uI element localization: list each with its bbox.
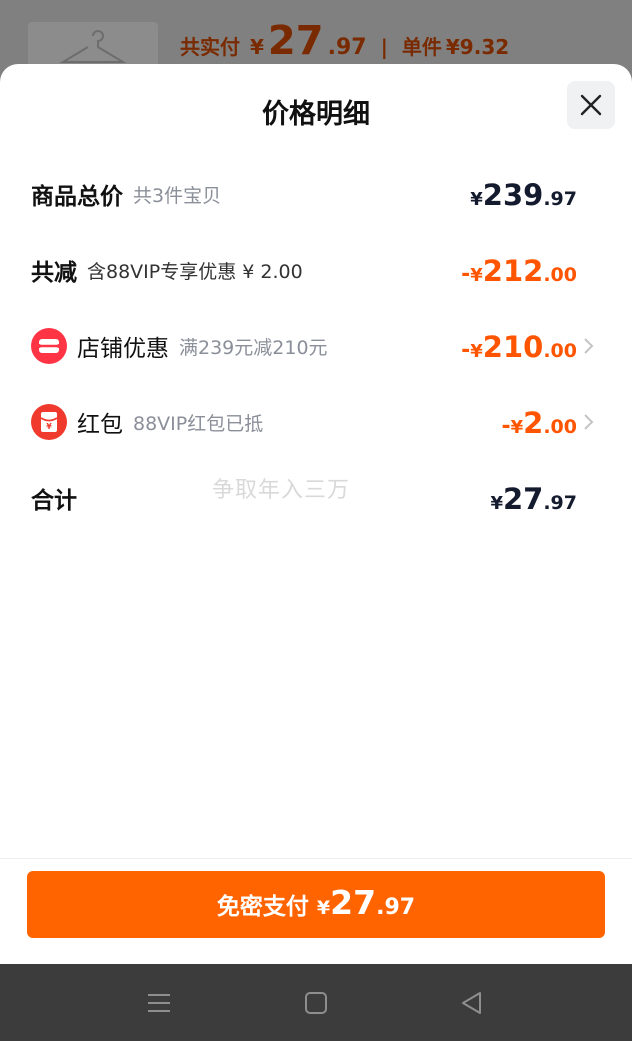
shop-discount-currency: ¥ (470, 341, 483, 362)
goods-total-dec: .97 (543, 188, 577, 210)
shop-discount-sign: - (461, 338, 471, 363)
pay-button-label: 免密支付 (216, 894, 309, 920)
row-total-discount: 共减 含88VIP专享优惠 ¥ 2.00 - ¥ 212 .00 (0, 240, 632, 300)
paid-currency: ¥ (250, 35, 264, 59)
discount-title: 共减 (31, 260, 77, 286)
svg-text:¥: ¥ (46, 422, 52, 431)
close-icon (580, 94, 602, 116)
goods-total-int: 239 (482, 178, 544, 212)
sum-currency: ¥ (490, 493, 503, 514)
sum-int: 27 (502, 482, 544, 516)
red-packet-amount: - ¥ 2 .00 (501, 392, 577, 452)
red-packet-sign: - (501, 414, 511, 439)
red-packet-title: 红包 (77, 412, 123, 438)
shop-discount-dec: .00 (543, 340, 577, 362)
password-free-pay-button[interactable]: 免密支付 ¥ 27 .97 (27, 871, 605, 938)
pay-button-dec: .97 (376, 895, 416, 920)
sum-title: 合计 (31, 488, 77, 514)
background-price-summary: 共实付 ¥ 27 .97 | 单件 ¥9.32 (180, 18, 510, 64)
divider (0, 858, 632, 859)
close-button[interactable] (567, 81, 615, 129)
red-packet-icon: ¥ (31, 404, 67, 440)
goods-total-currency: ¥ (470, 189, 483, 210)
paid-label: 共实付 (180, 35, 240, 59)
price-detail-sheet: 价格明细 商品总价 共3件宝贝 ¥ 239 .97 共减 含88VIP专享优惠 … (0, 64, 632, 964)
sheet-title: 价格明细 (262, 99, 370, 130)
chevron-right-icon[interactable] (580, 336, 596, 356)
chevron-right-icon[interactable] (580, 412, 596, 432)
paid-int: 27 (267, 18, 324, 64)
watermark-text: 争取年入三万 (212, 478, 351, 503)
goods-total-title: 商品总价 (31, 184, 123, 210)
discount-note: 含88VIP专享优惠 ¥ 2.00 (87, 260, 303, 283)
separator: | (380, 35, 388, 59)
unit-price: ¥9.32 (445, 35, 510, 59)
back-triangle-icon[interactable] (459, 990, 485, 1016)
discount-dec: .00 (543, 264, 577, 286)
pay-button-currency: ¥ (316, 897, 331, 919)
shop-discount-title: 店铺优惠 (77, 336, 169, 362)
red-packet-dec: .00 (543, 416, 577, 438)
red-packet-currency: ¥ (510, 417, 524, 438)
discount-sign: - (461, 262, 471, 287)
shop-discount-int: 210 (482, 330, 544, 364)
red-packet-note: 88VIP红包已抵 (133, 412, 264, 435)
unit-label: 单件 (401, 35, 442, 59)
red-packet-int: 2 (523, 406, 544, 440)
menu-icon[interactable] (146, 990, 172, 1016)
discount-currency: ¥ (470, 265, 483, 286)
home-square-icon[interactable] (303, 990, 329, 1016)
row-red-packet[interactable]: ¥ 红包 88VIP红包已抵 - ¥ 2 .00 (0, 392, 632, 452)
discount-amount: - ¥ 212 .00 (461, 240, 577, 300)
shop-discount-note: 满239元减210元 (179, 336, 328, 359)
system-nav-bar (0, 964, 632, 1041)
sum-amount: ¥ 27 .97 (490, 468, 577, 528)
pay-button-int: 27 (330, 883, 377, 922)
row-goods-total: 商品总价 共3件宝贝 ¥ 239 .97 (0, 164, 632, 224)
sum-dec: .97 (543, 492, 577, 514)
goods-total-amount: ¥ 239 .97 (470, 164, 577, 224)
row-shop-discount[interactable]: 店铺优惠 满239元减210元 - ¥ 210 .00 (0, 316, 632, 376)
discount-int: 212 (482, 254, 544, 288)
paid-dec: .97 (327, 35, 367, 60)
shop-discount-amount: - ¥ 210 .00 (461, 316, 577, 376)
shop-coupon-icon (31, 328, 67, 364)
goods-total-note: 共3件宝贝 (133, 184, 222, 207)
